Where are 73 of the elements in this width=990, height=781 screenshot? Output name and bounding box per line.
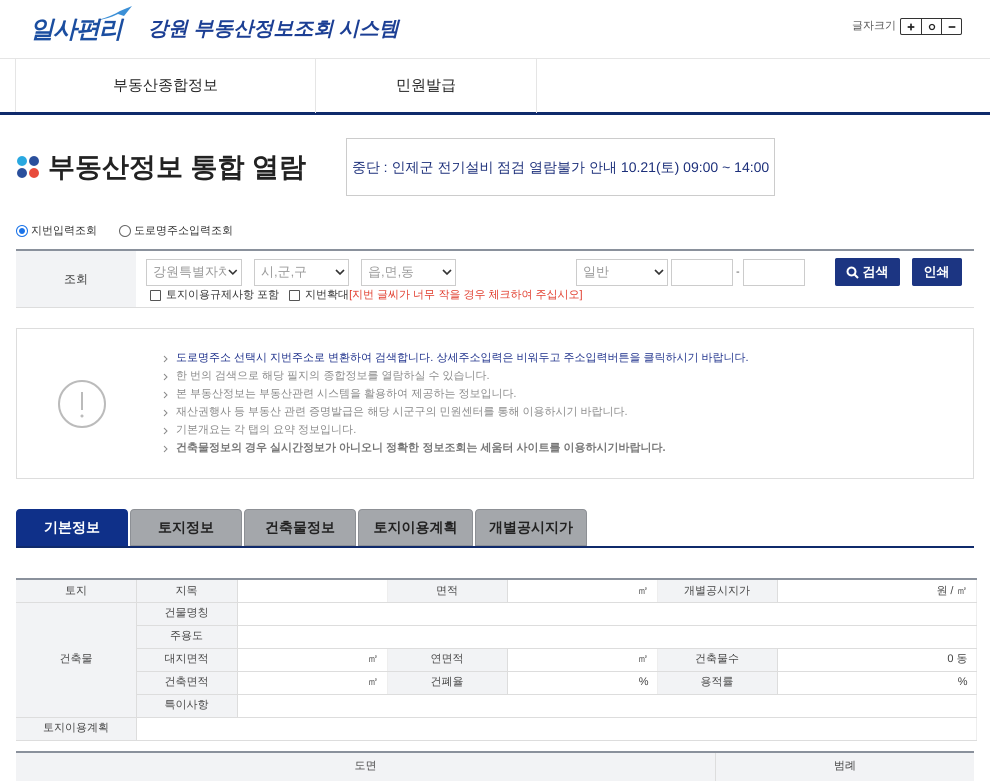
chevron-icon <box>163 372 168 380</box>
tab[interactable]: 개별공시지가 <box>475 509 587 546</box>
checkbox[interactable] <box>150 290 161 301</box>
table-cell: ㎡ <box>237 648 387 671</box>
header-cell: 건물명칭 <box>136 602 237 625</box>
info-text: 도로명주소 선택시 지번주소로 변환하여 검색합니다. 상세주소입력은 비워두고 주소입력버튼을 클릭하시기 바랍니다. <box>176 351 749 366</box>
header-cell: 건폐율 <box>387 671 507 694</box>
header-cell: 건축면적 <box>136 671 237 694</box>
checkbox[interactable] <box>289 290 300 301</box>
table-cell: ㎡ <box>507 579 657 602</box>
input-field[interactable] <box>671 258 733 286</box>
radio-button[interactable] <box>16 225 28 237</box>
notice-text: 중단 : 인제군 전기설비 점검 열람불가 안내 10.21(토) 09:00 ~ 14:00 <box>352 158 770 177</box>
info-text: 재산권행사 등 부동산 관련 증명발급은 해당 시군구의 민원센터를 통해 이용하시기 바랍니다. <box>176 405 628 420</box>
header-cell: 용적률 <box>657 671 777 694</box>
header-cell: 지목 <box>136 579 237 602</box>
hint-text: [지번 글씨가 너무 작을 경우 체크하여 주십시오] <box>349 288 583 303</box>
tab[interactable]: 토지정보 <box>130 509 242 546</box>
search-label: 조회 <box>64 271 88 288</box>
header-cell: 대지면적 <box>136 648 237 671</box>
header-cell: 특이사항 <box>136 694 237 717</box>
table-cell: ㎡ <box>237 671 387 694</box>
nav-item[interactable]: 민원발급 <box>316 59 537 113</box>
chevron-icon <box>163 444 168 452</box>
header-cell: 개별공시지가 <box>657 579 777 602</box>
header-cell: 면적 <box>387 579 507 602</box>
page-title: 부동산정보 통합 열람 <box>48 150 306 184</box>
print-button[interactable]: 인쇄 <box>912 258 962 286</box>
circle-icon <box>926 22 936 32</box>
column-header: 범례 <box>833 759 857 774</box>
table-cell: % <box>507 671 657 694</box>
font-size-label: 글자크기 <box>852 19 896 34</box>
column-header: 도면 <box>16 752 716 780</box>
header-cell: 연면적 <box>387 648 507 671</box>
chevron-icon <box>335 268 345 276</box>
search-button[interactable]: 검색 <box>834 258 900 286</box>
table-cell: 원 / ㎡ <box>777 579 976 602</box>
input-field[interactable] <box>742 258 805 286</box>
table-cell: 0 동 <box>777 648 976 671</box>
radio-label[interactable]: 지번입력조회 <box>31 222 97 240</box>
chevron-icon <box>163 390 168 398</box>
chevron-icon <box>163 426 168 434</box>
plus-icon <box>906 22 916 32</box>
header-cell: 토지 <box>16 579 136 602</box>
dash-text: - <box>736 264 740 280</box>
table-cell: % <box>777 671 976 694</box>
chevron-icon <box>228 268 238 276</box>
info-text: 건축물정보의 경우 실시간정보가 아니오니 정확한 정보조회는 세움터 사이트를 이용하시기바랍니다. <box>176 441 666 456</box>
chevron-icon <box>163 408 168 416</box>
nav-item[interactable]: 부동산종합정보 <box>16 59 316 113</box>
search-icon <box>846 266 859 278</box>
exclamation-icon <box>57 378 107 428</box>
info-text: 한 번의 검색으로 해당 필지의 종합정보를 열람하실 수 있습니다. <box>176 369 490 384</box>
tab[interactable]: 기본정보 <box>16 509 128 546</box>
chevron-icon <box>442 268 452 276</box>
header-cell: 주용도 <box>136 625 237 648</box>
info-text: 본 부동산정보는 부동산관련 시스템을 활용하여 제공하는 정보입니다. <box>176 387 516 402</box>
radio-button[interactable] <box>119 225 131 237</box>
logo-text[interactable]: 일사편리 <box>30 12 122 48</box>
checkbox-label[interactable]: 지번확대 <box>305 287 350 304</box>
header-cell: 건축물 <box>16 602 136 717</box>
chevron-icon <box>163 354 168 362</box>
tab[interactable]: 토지이용계획 <box>358 509 473 546</box>
radio-label[interactable]: 도로명주소입력조회 <box>134 222 233 240</box>
checkbox-label[interactable]: 토지이용규제사항 포함 <box>166 287 280 304</box>
chevron-icon <box>654 268 664 276</box>
site-title: 강원 부동산정보조회 시스템 <box>148 17 400 42</box>
header-cell: 건축물수 <box>657 648 777 671</box>
info-text: 기본개요는 각 탭의 요약 정보입니다. <box>176 423 356 438</box>
table-cell: ㎡ <box>507 648 657 671</box>
dots-icon <box>16 155 40 179</box>
header-cell: 토지이용계획 <box>16 717 136 740</box>
tab[interactable]: 건축물정보 <box>244 509 356 546</box>
